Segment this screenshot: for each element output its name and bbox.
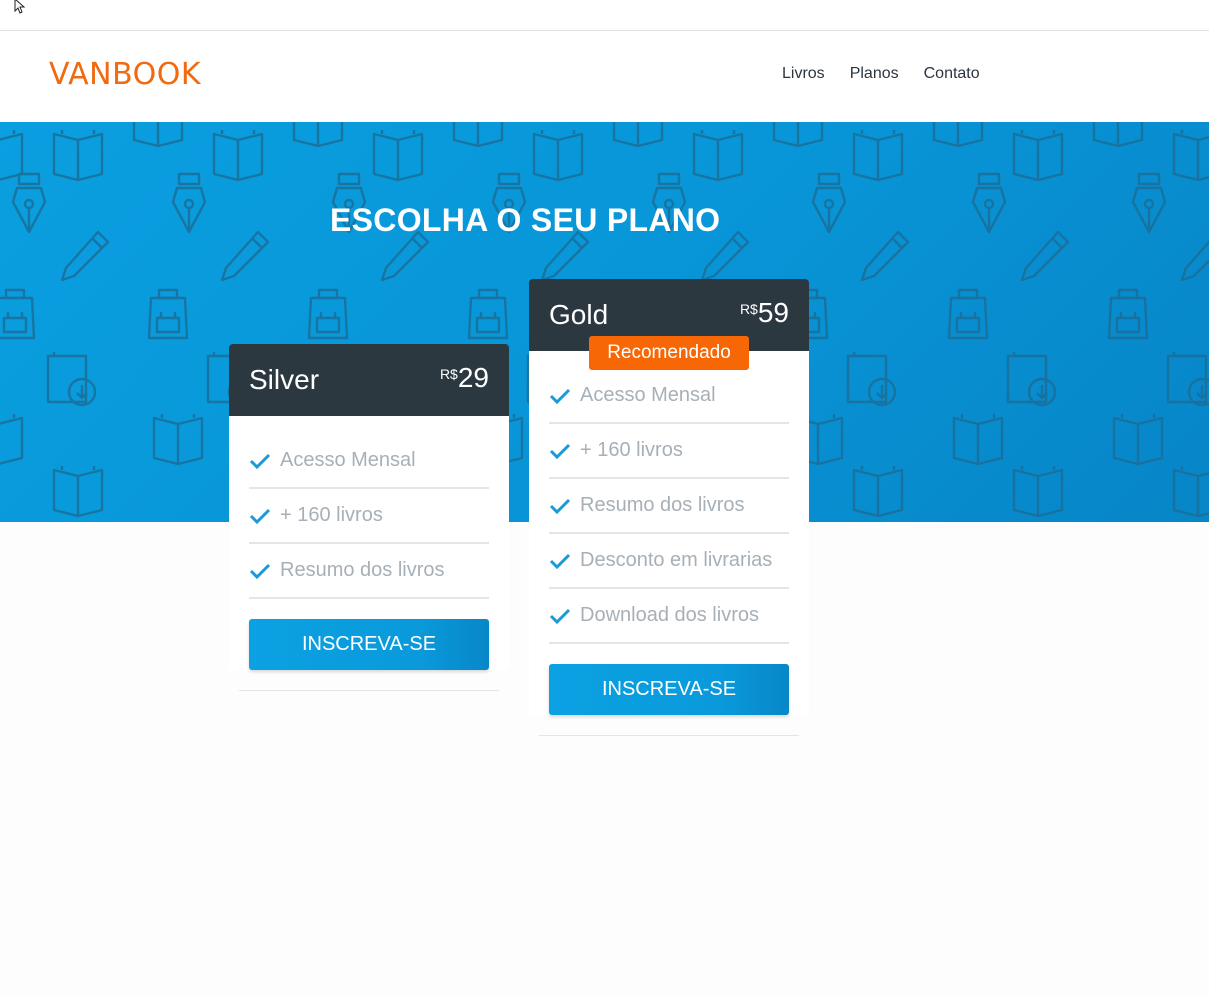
check-icon (549, 608, 571, 624)
plan-card-gold: Gold R$59 Acesso Mensal + 160 livros Res… (529, 279, 809, 736)
price-value: 59 (757, 297, 789, 328)
subscribe-button-silver[interactable]: INSCREVA-SE (249, 619, 489, 670)
logo[interactable]: VANBOOK (49, 57, 201, 92)
site-header: VANBOOK Livros Planos Contato (0, 31, 1209, 122)
card-divider (239, 690, 499, 691)
feature-item: Desconto em livrarias (549, 534, 789, 589)
feature-label: + 160 livros (280, 504, 383, 526)
check-icon (249, 508, 271, 524)
feature-label: Resumo dos livros (280, 559, 445, 581)
plan-card-header: Silver R$29 (229, 344, 509, 416)
main-nav: Livros Planos Contato (782, 65, 980, 83)
plan-card-body: Acesso Mensal + 160 livros Resumo dos li… (529, 351, 809, 715)
currency-symbol: R$ (439, 366, 458, 382)
plan-card-silver: Silver R$29 Acesso Mensal + 160 livros R… (229, 344, 509, 691)
check-icon (249, 453, 271, 469)
feature-label: Resumo dos livros (580, 494, 745, 516)
price-value: 29 (457, 362, 489, 393)
page-title: ESCOLHA O SEU PLANO (330, 202, 721, 238)
recommended-badge: Recomendado (589, 336, 749, 370)
plan-name: Silver (249, 364, 320, 395)
nav-link-planos[interactable]: Planos (850, 65, 899, 83)
nav-link-contato[interactable]: Contato (924, 65, 980, 83)
check-icon (549, 443, 571, 459)
feature-label: Desconto em livrarias (580, 549, 773, 571)
plan-price: R$29 (440, 362, 489, 394)
check-icon (549, 388, 571, 404)
currency-symbol: R$ (739, 301, 758, 317)
browser-top-strip (0, 0, 1209, 31)
feature-item: Resumo dos livros (549, 479, 789, 534)
nav-link-livros[interactable]: Livros (782, 65, 825, 83)
plan-name: Gold (549, 299, 609, 330)
check-icon (549, 553, 571, 569)
feature-item: Acesso Mensal (549, 369, 789, 424)
feature-item: Acesso Mensal (249, 434, 489, 489)
feature-label: + 160 livros (580, 439, 683, 461)
feature-item: Resumo dos livros (249, 544, 489, 599)
feature-label: Download dos livros (580, 604, 759, 626)
check-icon (249, 563, 271, 579)
feature-label: Acesso Mensal (280, 449, 416, 471)
subscribe-button-gold[interactable]: INSCREVA-SE (549, 664, 789, 715)
feature-item: + 160 livros (549, 424, 789, 479)
check-icon (549, 498, 571, 514)
cursor-icon (14, 0, 26, 14)
plan-price: R$59 (740, 297, 789, 329)
feature-item: + 160 livros (249, 489, 489, 544)
feature-item: Download dos livros (549, 589, 789, 644)
card-divider (539, 735, 799, 736)
feature-label: Acesso Mensal (580, 384, 716, 406)
plan-card-body: Acesso Mensal + 160 livros Resumo dos li… (229, 416, 509, 670)
